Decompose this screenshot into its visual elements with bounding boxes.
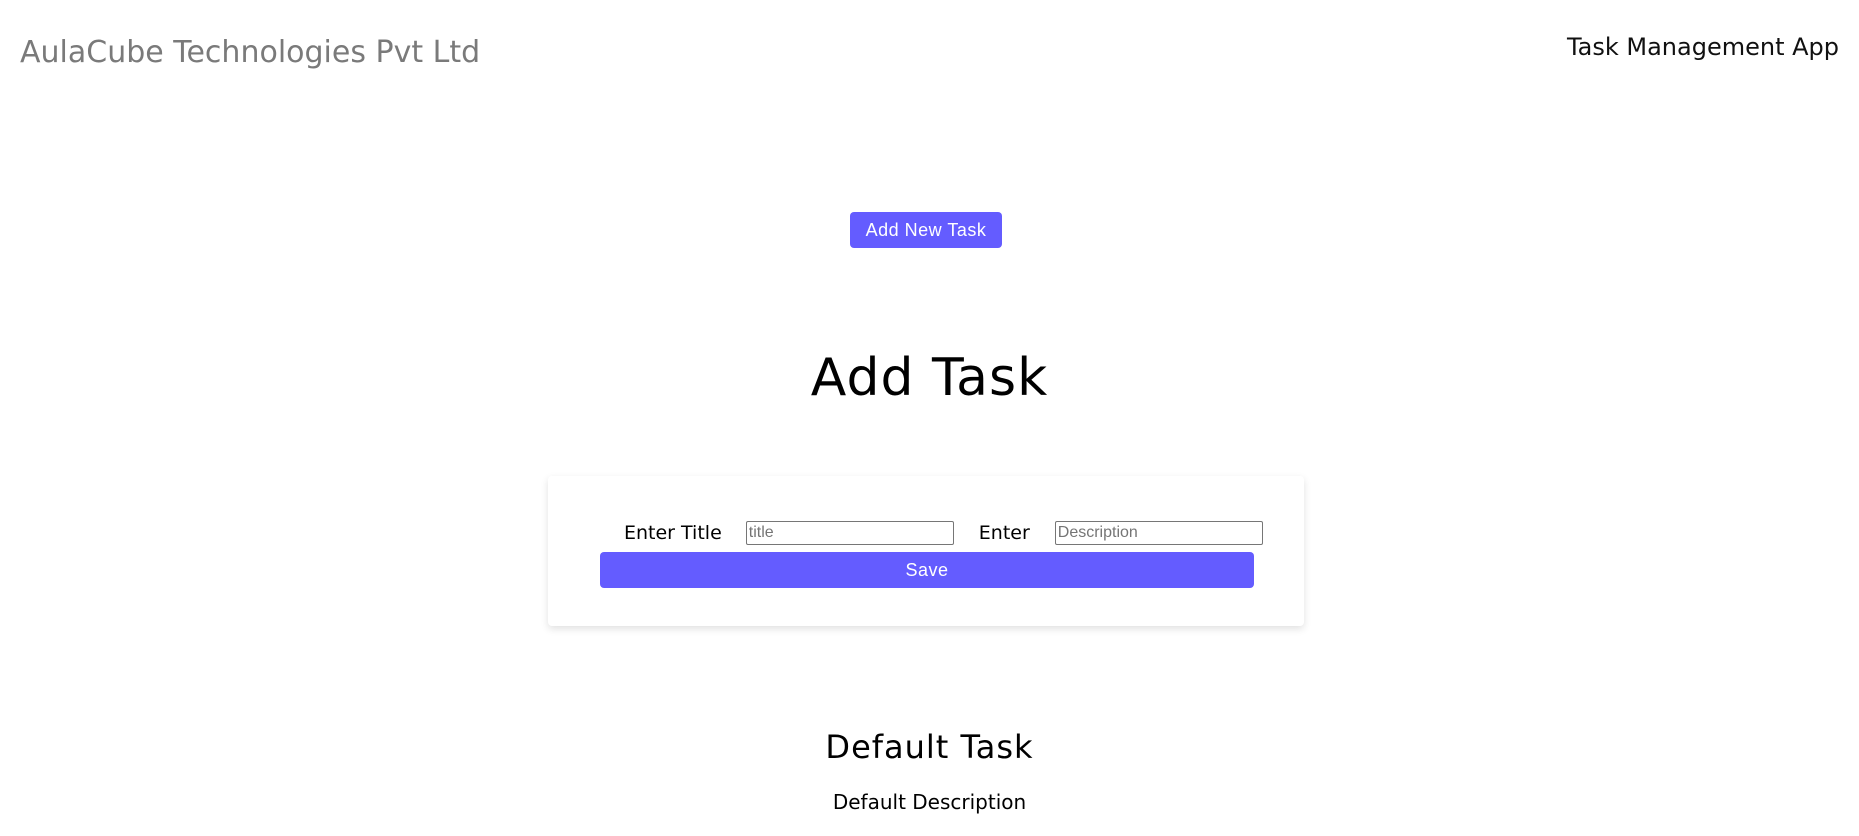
title-label: Enter Title bbox=[624, 522, 722, 544]
save-button[interactable]: Save bbox=[600, 552, 1254, 588]
brand-name: AulaCube Technologies Pvt Ltd bbox=[20, 35, 481, 70]
description-label: Enter bbox=[978, 522, 1030, 544]
page: AulaCube Technologies Pvt Ltd Task Manag… bbox=[0, 0, 1859, 836]
description-input[interactable] bbox=[1054, 521, 1263, 545]
task-description: Default Description bbox=[832, 790, 1027, 814]
add-task-heading: Add Task bbox=[810, 348, 1049, 408]
add-task-form: Enter Title Enter Save bbox=[548, 476, 1304, 626]
form-row: Enter Title Enter bbox=[598, 520, 1263, 546]
app-title: Task Management App bbox=[1566, 33, 1839, 61]
add-new-task-button[interactable]: Add New Task bbox=[850, 212, 1002, 248]
title-input[interactable] bbox=[745, 521, 954, 545]
task-title: Default Task bbox=[825, 728, 1034, 766]
